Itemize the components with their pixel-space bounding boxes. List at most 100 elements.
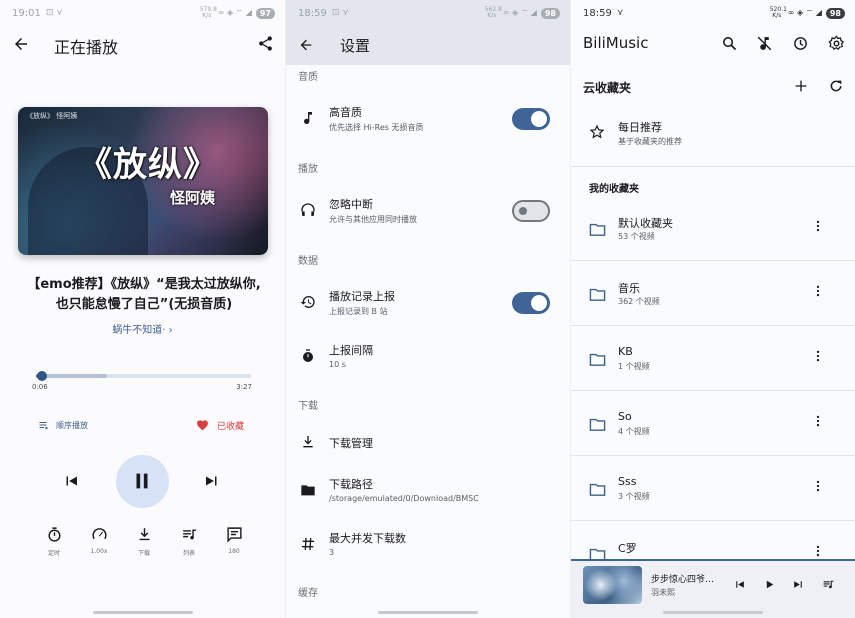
- network-speed: 520.1 K/s: [769, 6, 787, 19]
- setting-hires[interactable]: 高音质 优先选择 Hi-Res 无损音质: [286, 98, 570, 142]
- add-icon[interactable]: [793, 78, 809, 94]
- folder-name: 音乐: [618, 282, 640, 295]
- app-title: BiliMusic: [583, 34, 649, 52]
- queue-button[interactable]: 列表: [173, 526, 205, 557]
- section-header-download: 下载: [298, 401, 318, 412]
- setting-download-path[interactable]: 下载路径 /storage/emulated/0/Download/BMSC: [286, 470, 570, 514]
- folder-name: C罗: [618, 542, 637, 555]
- mini-player[interactable]: 步步惊心四爷… 羽未熙: [571, 559, 855, 618]
- setting-title: 下载路径: [329, 478, 373, 491]
- play-icon[interactable]: [763, 578, 776, 591]
- gesture-bar[interactable]: [663, 611, 763, 614]
- more-vert-icon[interactable]: [811, 479, 825, 493]
- status-time: 18:59: [583, 7, 612, 19]
- search-icon[interactable]: [721, 35, 738, 52]
- more-vert-icon[interactable]: [811, 284, 825, 298]
- download-label: 下载: [137, 550, 150, 557]
- play-pause-button[interactable]: [116, 455, 169, 508]
- top-bar: 正在播放: [0, 28, 285, 60]
- queue-icon[interactable]: [822, 578, 835, 591]
- setting-ignore-interrupt[interactable]: 忽略中断 允许与其他应用同时播放: [286, 190, 570, 234]
- skip-next-icon[interactable]: [203, 472, 221, 490]
- daily-title: 每日推荐: [618, 121, 662, 134]
- folder-icon: [589, 416, 606, 433]
- network-speed: 562.8 K/s: [484, 6, 502, 19]
- more-vert-icon[interactable]: [811, 544, 825, 558]
- divider: [571, 260, 855, 261]
- more-vert-icon[interactable]: [811, 414, 825, 428]
- refresh-icon[interactable]: [828, 78, 844, 94]
- favorite-button[interactable]: 已收藏: [196, 419, 244, 432]
- star-icon: [589, 124, 605, 140]
- network-speed: 579.8 K/s: [199, 6, 217, 19]
- gesture-bar[interactable]: [378, 611, 478, 614]
- folder-count: 3 个视频: [618, 492, 650, 501]
- music-note-icon: [300, 110, 316, 126]
- setting-download-manager[interactable]: 下载管理: [286, 428, 570, 460]
- setting-max-concurrent[interactable]: 最大并发下载数 3: [286, 524, 570, 568]
- cover-logo: 《放纵》 怪阿姨: [26, 112, 78, 120]
- artist-link[interactable]: 蜗牛不知道· ›: [0, 321, 285, 336]
- section-header-cache: 缓存: [298, 588, 318, 599]
- gesture-bar[interactable]: [92, 611, 193, 614]
- timer-icon: [46, 526, 63, 543]
- comment-icon: [226, 526, 243, 543]
- folder-name: 默认收藏夹: [618, 217, 673, 230]
- setting-report-interval[interactable]: 上报间隔 10 s: [286, 336, 570, 380]
- download-icon: [136, 526, 153, 543]
- folder-name: So: [618, 410, 632, 423]
- daily-subtitle: 基于收藏夹的推荐: [618, 137, 682, 146]
- queue-icon: [181, 526, 198, 543]
- status-bar: 18:59 ⋎ 520.1 K/s ∞ ◈ ⌔ ◢ 98: [571, 0, 855, 26]
- status-icons: ∞ ◈ ⌔ ◢: [502, 8, 537, 17]
- ignore-interrupt-switch[interactable]: [512, 200, 550, 222]
- player-tool-row: 定时 1.00x 下载 列表 180: [38, 526, 250, 557]
- status-icons: ∞ ◈ ⌔ ◢: [787, 8, 822, 17]
- comment-button[interactable]: 180: [218, 526, 250, 557]
- section-header-data: 数据: [298, 256, 318, 267]
- timer-label: 定时: [47, 550, 60, 557]
- download-icon: [300, 434, 316, 450]
- settings-top-bar: 18:59 ⊡ ⋎ 562.8 K/s ∞ ◈ ⌔ ◢ 98 设置: [286, 0, 570, 65]
- folder-icon: [300, 482, 316, 498]
- progress-slider[interactable]: [36, 371, 251, 381]
- divider: [571, 390, 855, 391]
- gear-icon[interactable]: [828, 35, 845, 52]
- setting-title: 高音质: [329, 106, 362, 119]
- hash-icon: [300, 536, 316, 552]
- skip-previous-icon[interactable]: [733, 578, 746, 591]
- back-arrow-icon[interactable]: [12, 35, 30, 53]
- history-icon[interactable]: [792, 35, 809, 52]
- more-vert-icon[interactable]: [811, 349, 825, 363]
- queue-label: 列表: [182, 550, 195, 557]
- timer-button[interactable]: 定时: [38, 526, 70, 557]
- page-title: 正在播放: [54, 38, 119, 57]
- setting-subtitle: 10 s: [329, 360, 346, 369]
- share-icon[interactable]: [257, 35, 274, 52]
- speed-button[interactable]: 1.00x: [83, 526, 115, 557]
- skip-next-icon[interactable]: [792, 578, 805, 591]
- status-time: 19:01: [12, 7, 41, 19]
- setting-title: 下载管理: [329, 437, 373, 450]
- play-mode-label: 顺序播放: [56, 420, 88, 430]
- mini-player-title: 步步惊心四爷…: [651, 575, 715, 585]
- folder-icon: [589, 481, 606, 498]
- back-arrow-icon[interactable]: [298, 37, 314, 53]
- pause-icon: [131, 470, 153, 492]
- more-vert-icon[interactable]: [811, 219, 825, 233]
- skip-previous-icon[interactable]: [62, 472, 80, 490]
- progress-thumb[interactable]: [37, 371, 48, 381]
- music-off-icon[interactable]: [756, 35, 773, 52]
- setting-report[interactable]: 播放记录上报 上报记录到 B 站: [286, 282, 570, 326]
- daily-recommendation[interactable]: 每日推荐 基于收藏夹的推荐: [571, 112, 855, 166]
- status-notification-icons: ⊡ ⋎: [45, 8, 63, 18]
- history-icon: [300, 294, 316, 310]
- status-notification-icons: ⋎: [616, 8, 624, 18]
- download-button[interactable]: 下载: [128, 526, 160, 557]
- folder-count: 362 个视频: [618, 297, 660, 306]
- setting-title: 忽略中断: [329, 198, 373, 211]
- report-switch[interactable]: [512, 292, 550, 314]
- now-playing-screen: 19:01 ⊡ ⋎ 579.8 K/s ∞ ◈ ⌔ ◢ 97 正在播放 《放纵》…: [0, 0, 285, 618]
- play-mode-button[interactable]: 顺序播放: [38, 419, 88, 431]
- hires-switch[interactable]: [512, 108, 550, 130]
